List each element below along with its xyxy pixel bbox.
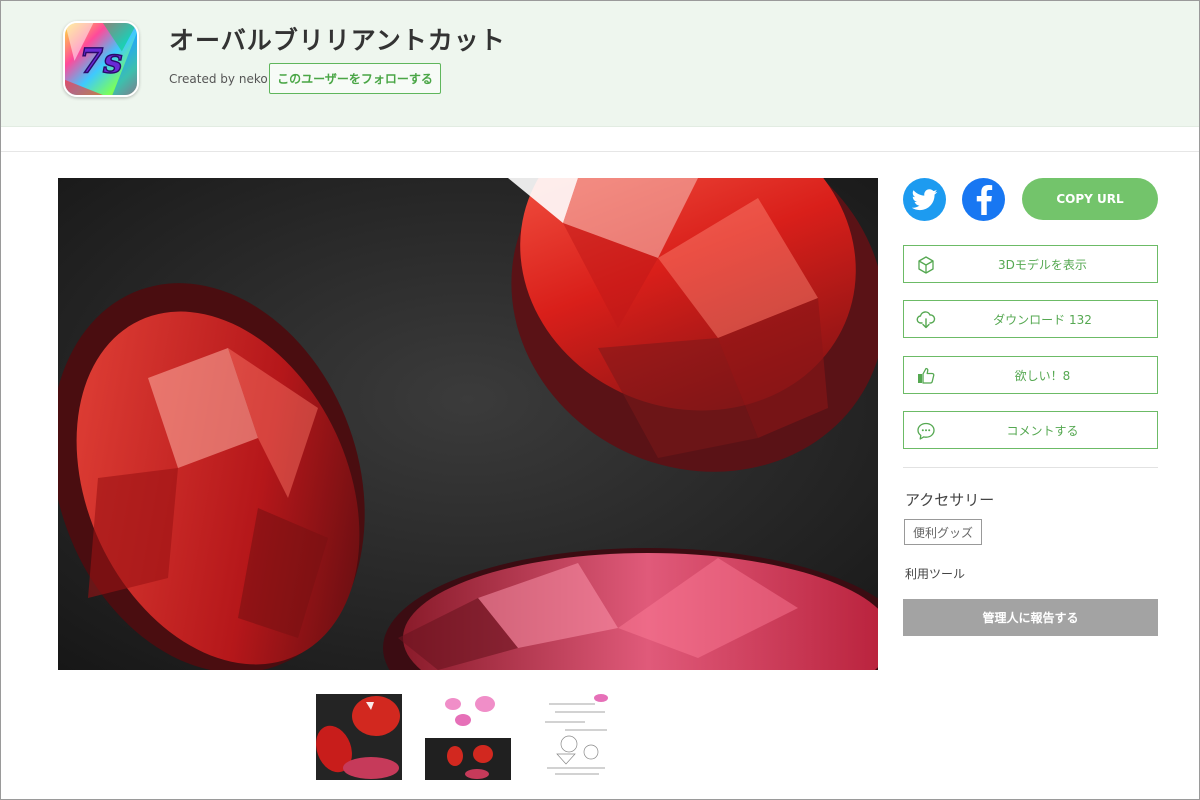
model-title: オーバルブリリアントカット [169,26,506,55]
thumbnail-2-image [425,694,511,780]
created-by-label: Created by [169,72,236,86]
tool-label: 利用ツール [905,567,966,581]
creator-line: Created by neko [169,72,268,86]
want-it-button[interactable]: 欲しい！8 [903,356,1158,394]
thumbnail-3-image [535,694,621,780]
avatar-text: 7s [80,41,123,81]
cube-icon [918,256,934,274]
comment-button[interactable]: コメントする [903,411,1158,449]
follow-user-button[interactable]: このユーザーをフォローする [269,63,441,94]
main-model-image[interactable] [58,178,878,670]
creator-name-link[interactable]: neko [239,72,268,86]
category-title: アクセサリー [905,491,995,509]
copy-url-button[interactable]: COPY URL [1022,178,1158,220]
want-it-label: 欲しい！8 [1014,368,1071,383]
twitter-bird-icon [911,188,937,210]
report-to-admin-button[interactable]: 管理人に報告する [903,599,1158,636]
facebook-share-button[interactable] [962,178,1005,221]
model-header: 7s オーバルブリリアントカット Created by neko このユーザーを… [1,1,1199,127]
thumbnail-1-image [316,694,402,780]
thumbnail-1[interactable] [316,694,402,780]
category-tag[interactable]: 便利グッズ [904,519,983,545]
cloud-download-icon [916,311,936,329]
avatar-image: 7s [65,23,137,95]
thumbnail-3[interactable] [535,694,621,780]
speech-bubble-icon [917,422,935,440]
thumbs-up-icon [918,367,935,384]
gem-render-image [58,178,878,670]
view-3d-model-label: 3Dモデルを表示 [998,257,1087,272]
thumbnail-2[interactable] [425,694,511,780]
view-3d-model-button[interactable]: 3Dモデルを表示 [903,245,1158,283]
twitter-share-button[interactable] [903,178,946,221]
download-label: ダウンロード 132 [993,312,1092,327]
facebook-f-icon [976,184,992,215]
download-button[interactable]: ダウンロード 132 [903,300,1158,338]
creator-avatar[interactable]: 7s [63,21,139,97]
header-divider [1,151,1199,152]
comment-label: コメントする [1006,423,1079,438]
sidebar-divider [903,467,1158,468]
